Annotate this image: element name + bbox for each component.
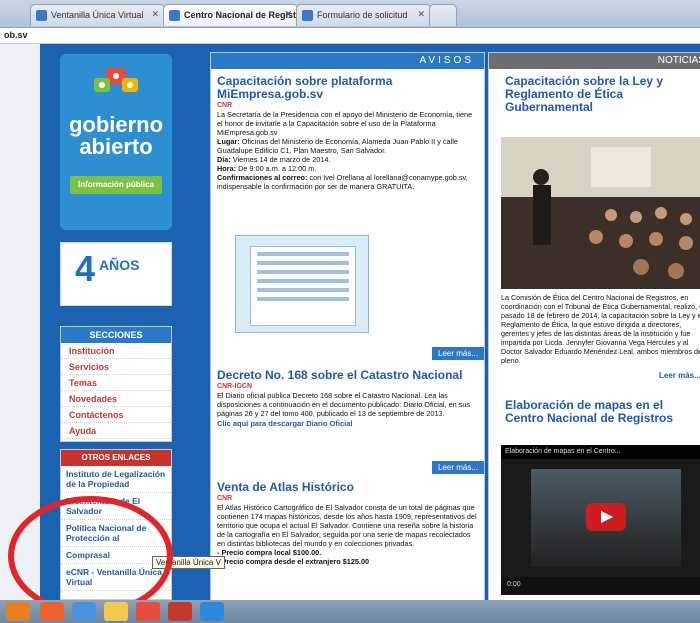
leer-mas-button[interactable]: Leer más... (432, 461, 484, 474)
article-org: CNR-IGCN (217, 383, 252, 390)
video-caption: Elaboración de mapas en el Centro... (501, 445, 700, 459)
link-instituto-legalizacion[interactable]: Instituto de Legalización de la Propieda… (61, 466, 171, 493)
acrobat-icon[interactable] (168, 602, 192, 621)
sidebar-item-institucion[interactable]: Institución (61, 343, 171, 359)
article-decreto: Decreto No. 168 sobre el Catastro Nacion… (211, 369, 484, 429)
secciones-title: SECCIONES (61, 327, 171, 343)
sidebar-item-ayuda[interactable]: Ayuda (61, 423, 171, 439)
news-photo[interactable] (501, 137, 700, 289)
article-title[interactable]: Capacitación sobre plataforma MiEmpresa.… (211, 75, 484, 101)
leer-mas-button[interactable]: Leer más... (432, 347, 484, 360)
close-tab-icon[interactable]: ✕ (284, 9, 292, 20)
article-confirmaciones: Confirmaciones al correo: con Ivel Orell… (217, 173, 468, 191)
otros-enlaces-title: OTROS ENLACES (61, 450, 171, 466)
noticias-panel: NOTICIAS Capacitación sobre la Ley y Reg… (488, 52, 700, 600)
sidebar-item-temas[interactable]: Temas (61, 375, 171, 391)
favicon-icon (36, 10, 47, 21)
tab-cnr[interactable]: Centro Nacional de Regist ✕ (163, 4, 298, 26)
logo-text-gobierno: gobierno (68, 112, 164, 137)
folder-icon[interactable] (104, 602, 128, 621)
price-foreign: - Precio compra desde el extranjero $125… (217, 557, 370, 566)
anos-word: AÑOS (99, 257, 140, 273)
download-link[interactable]: Clic aquí para descargar Diario Oficial (211, 418, 484, 429)
noticias-title: NOTICIAS (489, 53, 700, 69)
speech-bubbles-icon (94, 68, 138, 92)
address-bar[interactable]: ob.sv (0, 28, 700, 44)
news-title[interactable]: Elaboración de mapas en el Centro Nacion… (499, 399, 700, 425)
sidebar-item-contactenos[interactable]: Contáctenos (61, 407, 171, 423)
word-icon[interactable] (200, 602, 224, 621)
play-icon[interactable] (586, 503, 626, 531)
article-dia: Día: Viernes 14 de marzo de 2014. (217, 155, 331, 164)
video-time: 0:00 (507, 581, 521, 588)
close-tab-icon[interactable]: ✕ (151, 9, 159, 20)
logo-text-abierto: abierto (79, 134, 153, 159)
avisos-panel: AVISOS Capacitación sobre plataforma MiE… (210, 52, 485, 600)
leer-mas-link[interactable]: Leer más... (659, 371, 700, 380)
chrome-icon[interactable] (136, 602, 160, 621)
article-capacitacion: Capacitación sobre plataforma MiEmpresa.… (211, 75, 484, 192)
taskbar (0, 600, 700, 623)
news-body: La Comisión de Ética del Centro Nacional… (501, 293, 700, 365)
gobierno-abierto-banner[interactable]: gobierno abierto Información pública (60, 54, 172, 230)
conference-photo-icon (501, 137, 700, 289)
flyer-document (250, 246, 356, 326)
close-tab-icon[interactable]: ✕ (417, 9, 425, 20)
anos-badge[interactable]: 4 AÑOS (60, 242, 172, 306)
browser-tab-bar: Ventanilla Única Virtual ✕ Centro Nacion… (0, 0, 700, 28)
new-tab-button[interactable] (429, 4, 457, 26)
anos-number: 4 (75, 248, 96, 289)
favicon-icon (169, 10, 180, 21)
article-body: El Diario oficial publica Decreto 168 so… (217, 391, 471, 418)
article-body: El Atlas Histórico Cartográfico de El Sa… (217, 503, 477, 548)
tab-formulario[interactable]: Formulario de solicitud ✕ (296, 4, 431, 26)
article-title[interactable]: Venta de Atlas Histórico (211, 481, 484, 494)
article-title[interactable]: Decreto No. 168 sobre el Catastro Nacion… (211, 369, 484, 382)
informacion-publica-button[interactable]: Información pública (70, 176, 162, 194)
article-atlas: Venta de Atlas Histórico CNR El Atlas Hi… (211, 481, 484, 567)
firefox-icon[interactable] (40, 602, 64, 621)
favicon-icon (302, 10, 313, 21)
article-body: La Secretaría de la Presidencia con el a… (217, 110, 473, 137)
news-title[interactable]: Capacitación sobre la Ley y Reglamento d… (499, 75, 700, 114)
start-icon[interactable] (6, 602, 30, 621)
price-local: - Precio compra local $100.00. (217, 548, 322, 557)
sidebar-item-novedades[interactable]: Novedades (61, 391, 171, 407)
avisos-title: AVISOS (211, 53, 484, 69)
article-hora: Hora: De 9:00 a.m. a 12:00 m. (217, 164, 317, 173)
sidebar-item-servicios[interactable]: Servicios (61, 359, 171, 375)
flyer-image[interactable] (235, 235, 369, 333)
article-org: CNR (217, 102, 233, 109)
article-lugar: Lugar: Oficinas del Ministerio de Econom… (217, 137, 458, 155)
article-org: CNR (217, 495, 233, 502)
video-player[interactable]: Elaboración de mapas en el Centro... 0:0… (501, 445, 700, 595)
web-page: gobierno abierto Información pública 4 A… (0, 44, 700, 600)
secciones-menu: SECCIONES Institución Servicios Temas No… (60, 326, 172, 442)
video-controls[interactable]: 0:00 (501, 577, 700, 595)
tab-ventanilla[interactable]: Ventanilla Única Virtual ✕ (30, 4, 165, 26)
explorer-icon[interactable] (72, 602, 96, 621)
